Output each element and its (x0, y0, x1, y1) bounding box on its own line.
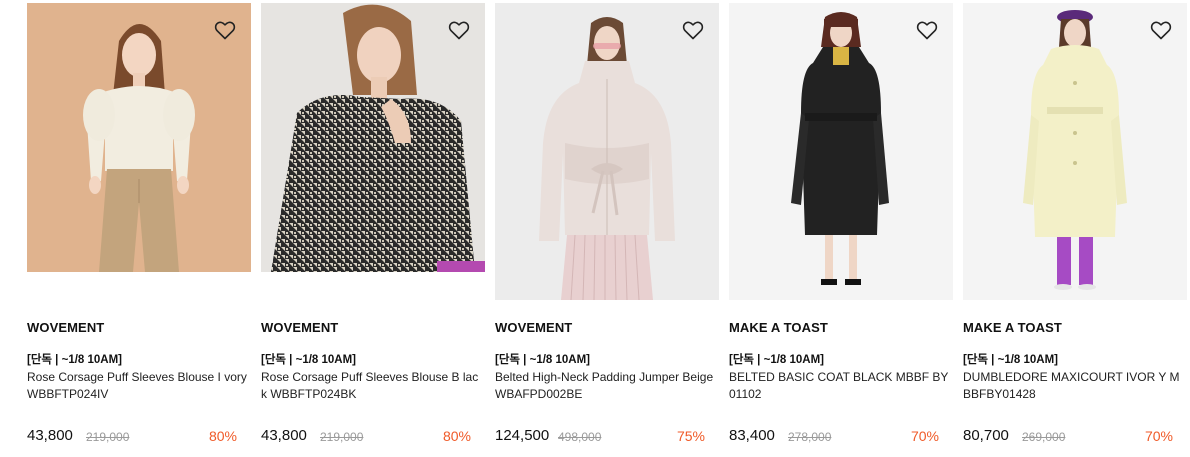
product-grid: WOVEMENT [단독 | ~1/8 10AM] Rose Corsage P… (27, 3, 1190, 457)
discount-rate: 75% (676, 428, 705, 444)
original-price: 278,000 (788, 430, 832, 444)
price-row: 83,400 278,000 70% (729, 427, 939, 449)
original-price: 269,000 (1022, 430, 1066, 444)
sale-price: 43,800 (27, 427, 73, 444)
exclusive-badge: [단독 | ~1/8 10AM] (495, 354, 591, 366)
product-image[interactable] (729, 3, 953, 300)
discount-rate: 80% (442, 428, 471, 444)
product-image[interactable] (963, 3, 1187, 300)
exclusive-badge: [단독 | ~1/8 10AM] (27, 354, 123, 366)
product-name[interactable]: BELTED BASIC COAT BLACK MBBF BY01102 (729, 369, 949, 403)
price-row: 124,500 498,000 75% (495, 427, 705, 449)
exclusive-badge: [단독 | ~1/8 10AM] (261, 354, 357, 366)
product-card[interactable]: WOVEMENT [단독 | ~1/8 10AM] Belted High-Ne… (495, 3, 719, 457)
wishlist-heart-icon[interactable] (213, 18, 237, 42)
wishlist-heart-icon[interactable] (447, 18, 471, 42)
product-card[interactable]: MAKE A TOAST [단독 | ~1/8 10AM] DUMBLEDORE… (963, 3, 1187, 457)
product-card[interactable]: WOVEMENT [단독 | ~1/8 10AM] Rose Corsage P… (27, 3, 251, 457)
product-image[interactable] (495, 3, 719, 300)
original-price: 219,000 (320, 430, 364, 444)
exclusive-badge: [단독 | ~1/8 10AM] (963, 354, 1059, 366)
product-name[interactable]: Rose Corsage Puff Sleeves Blouse I vory … (27, 369, 247, 403)
wishlist-heart-icon[interactable] (681, 18, 705, 42)
product-image[interactable] (27, 3, 251, 272)
product-brand[interactable]: WOVEMENT (27, 320, 104, 335)
product-name[interactable]: DUMBLEDORE MAXICOURT IVOR Y MBBFBY01428 (963, 369, 1183, 403)
product-brand[interactable]: MAKE A TOAST (963, 320, 1062, 335)
wishlist-heart-icon[interactable] (915, 18, 939, 42)
product-name[interactable]: Belted High-Neck Padding Jumper Beige WB… (495, 369, 715, 403)
product-brand[interactable]: MAKE A TOAST (729, 320, 828, 335)
product-brand[interactable]: WOVEMENT (495, 320, 572, 335)
product-name[interactable]: Rose Corsage Puff Sleeves Blouse B lack … (261, 369, 481, 403)
price-row: 43,800 219,000 80% (261, 427, 471, 449)
price-row: 80,700 269,000 70% (963, 427, 1173, 449)
product-card[interactable]: WOVEMENT [단독 | ~1/8 10AM] Rose Corsage P… (261, 3, 485, 457)
sale-price: 80,700 (963, 427, 1009, 444)
sale-price: 83,400 (729, 427, 775, 444)
original-price: 498,000 (558, 430, 602, 444)
sale-price: 43,800 (261, 427, 307, 444)
product-image[interactable] (261, 3, 485, 272)
sale-price: 124,500 (495, 427, 550, 444)
original-price: 219,000 (86, 430, 130, 444)
discount-rate: 70% (1144, 428, 1173, 444)
price-row: 43,800 219,000 80% (27, 427, 237, 449)
discount-rate: 70% (910, 428, 939, 444)
discount-rate: 80% (208, 428, 237, 444)
exclusive-badge: [단독 | ~1/8 10AM] (729, 354, 825, 366)
wishlist-heart-icon[interactable] (1149, 18, 1173, 42)
product-card[interactable]: MAKE A TOAST [단독 | ~1/8 10AM] BELTED BAS… (729, 3, 953, 457)
product-brand[interactable]: WOVEMENT (261, 320, 338, 335)
